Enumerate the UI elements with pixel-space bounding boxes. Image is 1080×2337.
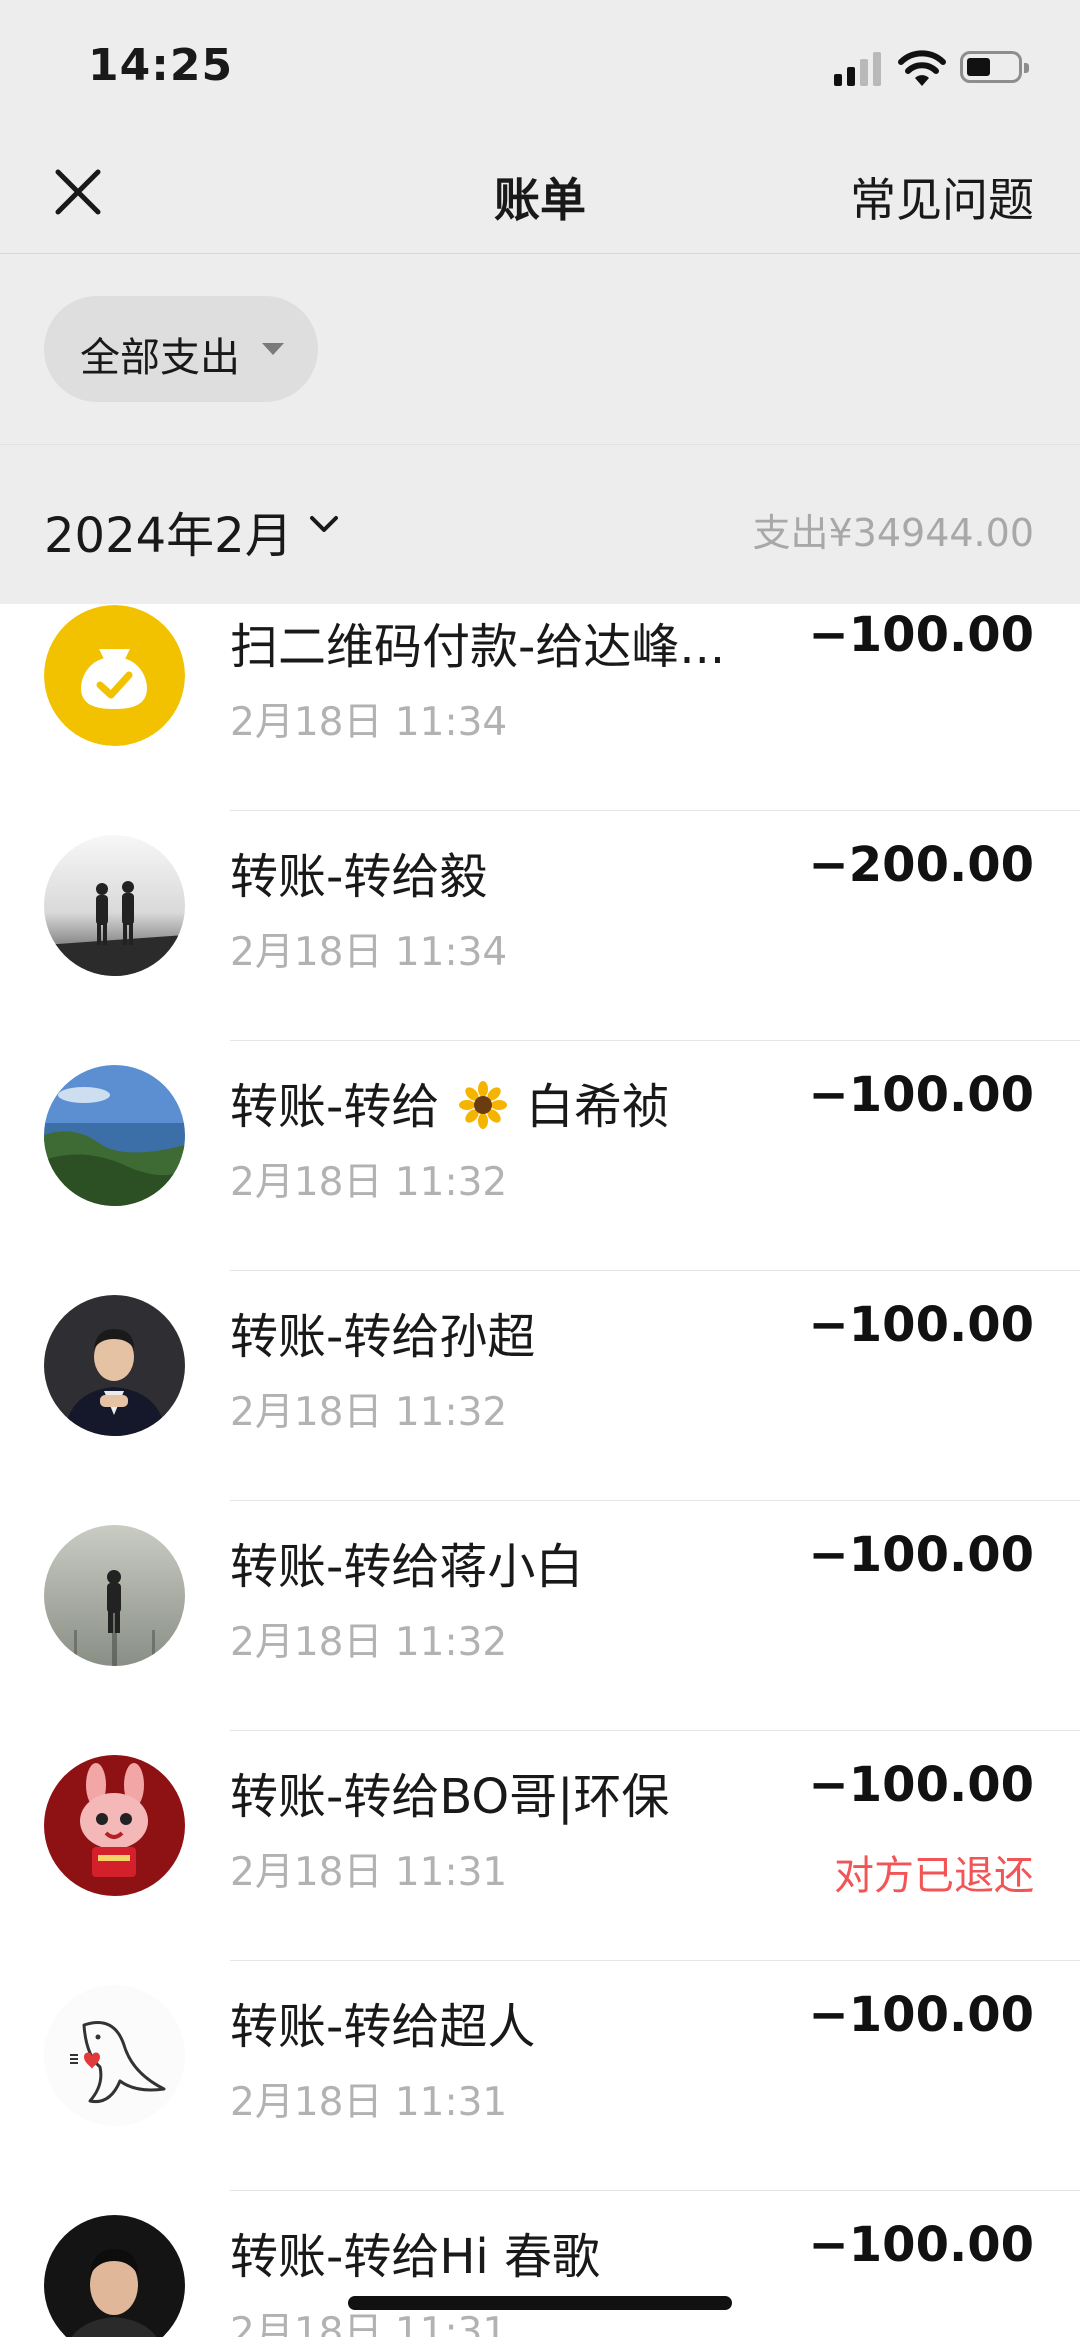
transaction-time: 2月18日 11:32	[230, 1390, 508, 1435]
transaction-row[interactable]: 扫二维码付款-给达峰... 2月18日 11:34 −100.00	[0, 604, 1080, 811]
man-portrait-2-avatar	[44, 2215, 185, 2337]
landscape-avatar	[44, 1065, 185, 1206]
transaction-title: 转账-转给 白希祯	[230, 1067, 670, 1137]
transaction-title-name: 白希祯	[525, 1079, 670, 1135]
expense-filter-button[interactable]: 全部支出	[44, 296, 318, 402]
bird-sketch-avatar	[44, 1985, 185, 2126]
status-time: 14:25	[88, 40, 234, 91]
nav-bar: 账单 常见问题	[0, 130, 1080, 254]
transaction-row[interactable]: 转账-转给BO哥|环保 2月18日 11:31 −100.00 对方已退还	[0, 1731, 1080, 1961]
foggy-pier-avatar	[44, 1525, 185, 1666]
wifi-icon	[898, 50, 946, 86]
transaction-row[interactable]: 转账-转给 白希祯 2月18日 11:32 −100.00	[0, 1041, 1080, 1271]
transaction-title: 转账-转给超人	[230, 1999, 536, 2055]
transaction-title: 转账-转给Hi 春歌	[230, 2229, 601, 2285]
transaction-amount: −100.00	[808, 1297, 1034, 1353]
battery-icon	[960, 51, 1029, 83]
filter-label: 全部支出	[80, 335, 240, 381]
transaction-title-prefix: 转账-转给	[230, 1079, 440, 1135]
transaction-time: 2月18日 11:32	[230, 1160, 508, 1205]
transaction-amount: −100.00	[808, 1987, 1034, 2043]
caret-down-icon	[262, 343, 284, 355]
transaction-amount: −100.00	[808, 607, 1034, 663]
transaction-amount: −100.00	[808, 1757, 1034, 1813]
transaction-row[interactable]: 转账-转给毅 2月18日 11:34 −200.00	[0, 811, 1080, 1041]
transaction-row[interactable]: 转账-转给超人 2月18日 11:31 −100.00	[0, 1961, 1080, 2191]
transaction-time: 2月18日 11:32	[230, 1620, 508, 1665]
transaction-amount: −200.00	[808, 837, 1034, 893]
transaction-amount: −100.00	[808, 1067, 1034, 1123]
transaction-title: 转账-转给BO哥|环保	[230, 1769, 670, 1825]
transaction-title: 转账-转给孙超	[230, 1309, 536, 1365]
transaction-amount: −100.00	[808, 2217, 1034, 2273]
status-bar: 14:25	[0, 0, 1080, 130]
transaction-time: 2月18日 11:34	[230, 930, 508, 975]
red-rabbit-avatar	[44, 1755, 185, 1896]
month-expense-total: 支出¥34944.00	[752, 511, 1035, 555]
bill-page: 14:25 账单 常见问题 全部支出 2024年2月 支出¥34944.00 扫…	[0, 0, 1080, 2337]
two-men-walking-avatar	[44, 835, 185, 976]
wallet-check-icon	[44, 605, 185, 746]
transaction-row[interactable]: 转账-转给孙超 2月18日 11:32 −100.00	[0, 1271, 1080, 1501]
transaction-row[interactable]: 转账-转给蒋小白 2月18日 11:32 −100.00	[0, 1501, 1080, 1731]
transaction-row[interactable]: 转账-转给Hi 春歌 2月18日 11:31 −100.00	[0, 2191, 1080, 2337]
transaction-time: 2月18日 11:31	[230, 1850, 508, 1895]
transaction-time: 2月18日 11:34	[230, 700, 508, 745]
faq-link[interactable]: 常见问题	[850, 164, 1034, 230]
transaction-list: 扫二维码付款-给达峰... 2月18日 11:34 −100.00 转账-转给毅…	[0, 604, 1080, 2337]
month-header: 2024年2月 支出¥34944.00	[0, 446, 1080, 604]
transaction-title: 扫二维码付款-给达峰...	[230, 619, 726, 675]
month-selector[interactable]: 2024年2月	[44, 496, 293, 566]
transaction-time: 2月18日 11:31	[230, 2080, 508, 2125]
cellular-signal-icon	[834, 50, 882, 86]
transaction-title: 转账-转给蒋小白	[230, 1539, 584, 1595]
transaction-title: 转账-转给毅	[230, 849, 488, 905]
filter-bar: 全部支出	[0, 255, 1080, 445]
man-portrait-avatar	[44, 1295, 185, 1436]
home-indicator	[348, 2296, 732, 2310]
sunflower-icon	[458, 1081, 507, 1129]
transaction-amount: −100.00	[808, 1527, 1034, 1583]
chevron-down-icon[interactable]	[306, 506, 342, 542]
refund-status: 对方已退还	[834, 1853, 1034, 1899]
